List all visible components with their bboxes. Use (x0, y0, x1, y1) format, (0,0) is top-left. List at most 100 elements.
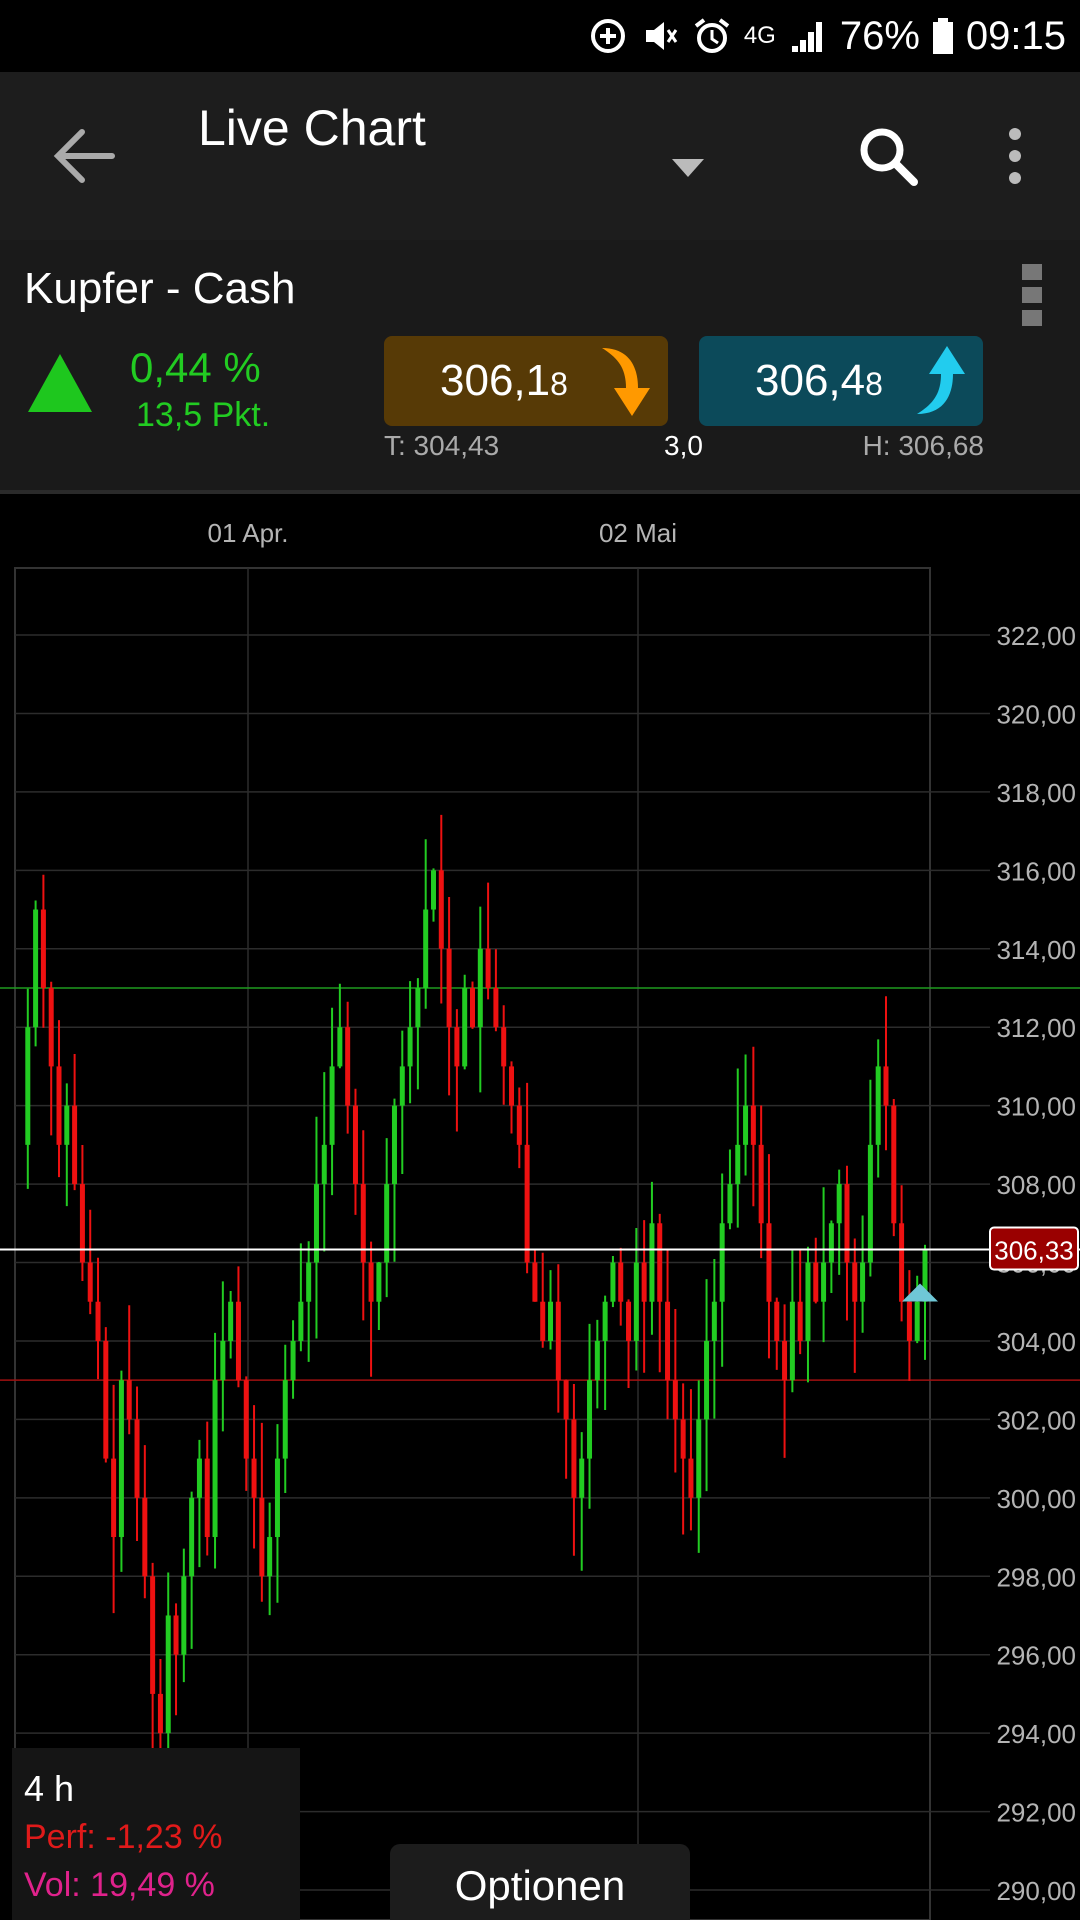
candle-body (72, 1105, 78, 1185)
buy-button[interactable]: 306,48 (699, 336, 983, 426)
candle-body (571, 1419, 577, 1498)
arrow-down-curved-icon (602, 348, 650, 416)
battery-icon (932, 18, 953, 54)
candle-body (462, 987, 468, 1067)
change-percent: 0,44 % (130, 344, 261, 391)
chart-performance: Perf: -1,23 % (24, 1818, 223, 1856)
candle-body (313, 1184, 319, 1263)
y-tick-label: 316,00 (996, 856, 1076, 886)
y-tick-label: 314,00 (996, 935, 1076, 965)
candle-body (657, 1223, 663, 1302)
candle-body (821, 1262, 827, 1302)
candle-body (267, 1537, 273, 1577)
y-tick-label: 320,00 (996, 699, 1076, 729)
options-button[interactable]: Optionen (390, 1844, 690, 1920)
candle-body (727, 1184, 733, 1224)
change-points: 13,5 Pkt. (136, 396, 271, 434)
candle-body (633, 1262, 639, 1341)
candle-body (306, 1262, 312, 1302)
candle-body (134, 1419, 140, 1498)
buy-price: 306,48 (755, 356, 883, 405)
candle-body (844, 1184, 850, 1263)
candle-body (454, 1027, 460, 1067)
candle-body (446, 948, 452, 1028)
candle-body (509, 1066, 515, 1106)
candle-body (111, 1458, 117, 1538)
candle-body (836, 1184, 842, 1224)
clock: 09:15 (965, 13, 1066, 58)
candle-body (150, 1576, 156, 1694)
sell-button[interactable]: 306,18 (384, 336, 668, 426)
panel-menu-icon[interactable] (1018, 262, 1046, 328)
search-icon[interactable] (856, 124, 920, 188)
candle-body (384, 1184, 390, 1263)
candle-body (524, 1144, 530, 1263)
candle-body (711, 1301, 717, 1341)
y-tick-label: 298,00 (996, 1562, 1076, 1592)
candle-body (797, 1301, 803, 1341)
price-chart[interactable]: 322,00 320,00 318,00 316,00 314,00 312,00 310,… (0, 494, 1080, 1920)
candle-body (766, 1223, 772, 1302)
candle-body (103, 1340, 109, 1459)
candle-body (274, 1458, 280, 1538)
candle-body (626, 1301, 632, 1341)
candle-body (282, 1380, 288, 1459)
candle-body (805, 1262, 811, 1341)
candle-body (579, 1458, 585, 1498)
candle-body (126, 1380, 132, 1420)
candle-body (376, 1262, 382, 1302)
candle-body (290, 1340, 296, 1381)
candle-body (665, 1301, 671, 1381)
candle-body (813, 1262, 819, 1302)
candle-body (743, 1105, 749, 1145)
battery-percent: 76% (839, 13, 920, 58)
candle-body (298, 1301, 304, 1341)
candle-body (493, 987, 499, 1028)
candle-body (360, 1184, 366, 1263)
candle-body (540, 1301, 546, 1341)
candle-body (173, 1615, 179, 1655)
candle-body (906, 1301, 912, 1341)
instrument-name: Kupfer - Cash (24, 264, 296, 313)
candle-body (696, 1419, 702, 1498)
candle-body (329, 1066, 335, 1145)
candle-body (672, 1380, 678, 1420)
chart-info-box: 4 h Perf: -1,23 % Vol: 19,49 % (12, 1748, 300, 1920)
page-title[interactable]: Live Chart (198, 99, 426, 157)
candle-body (251, 1458, 257, 1498)
y-tick-label: 300,00 (996, 1484, 1076, 1514)
x-tick-label: 02 Mai (599, 518, 677, 548)
candle-body (485, 948, 491, 988)
y-tick-label: 310,00 (996, 1092, 1076, 1122)
candle-body (516, 1105, 522, 1145)
candle-body (423, 909, 429, 988)
candle-body (25, 1027, 31, 1145)
candle-body (602, 1301, 608, 1341)
chevron-down-icon[interactable] (668, 147, 708, 187)
candle-body (181, 1576, 187, 1655)
candle-body (48, 987, 54, 1067)
arrow-left-icon[interactable] (48, 124, 120, 188)
candle-body (477, 948, 483, 1028)
candle-body (867, 1144, 873, 1263)
candle-body (875, 1066, 881, 1145)
candle-body (368, 1262, 374, 1302)
candle-body (243, 1380, 249, 1459)
trend-up-icon (28, 354, 92, 412)
candle-body (118, 1380, 124, 1538)
more-vert-icon[interactable] (1000, 124, 1030, 188)
candle-body (860, 1262, 866, 1302)
candle-body (337, 1027, 343, 1067)
candle-body (399, 1066, 405, 1106)
y-tick-label: 318,00 (996, 778, 1076, 808)
candle-body (56, 1066, 62, 1145)
chart-volatility: Vol: 19,49 % (24, 1866, 215, 1904)
candle-body (345, 1027, 351, 1106)
candle-body (165, 1615, 171, 1734)
candle-body (204, 1458, 210, 1538)
candle-body (501, 1027, 507, 1067)
candle-body (914, 1301, 920, 1341)
options-label: Optionen (454, 1862, 626, 1909)
current-price-marker-icon (902, 1283, 938, 1302)
y-tick-label: 296,00 (996, 1641, 1076, 1671)
